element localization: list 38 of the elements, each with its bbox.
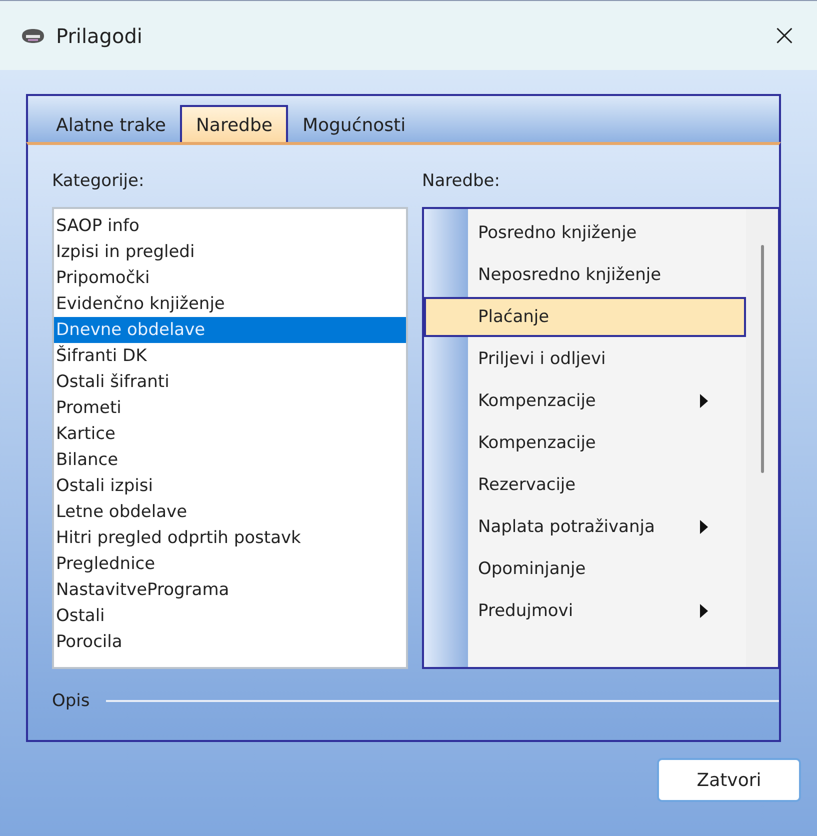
category-item[interactable]: Porocila	[54, 629, 406, 655]
category-item[interactable]: Ostali izpisi	[54, 473, 406, 499]
category-item[interactable]: Evidenčno knjiženje	[54, 291, 406, 317]
category-item[interactable]: Bilance	[54, 447, 406, 473]
app-icon	[20, 26, 46, 44]
close-button[interactable]: ×	[766, 18, 803, 53]
description-label: Opis	[52, 691, 90, 711]
category-item[interactable]: Preglednice	[54, 551, 406, 577]
category-item[interactable]: Letne obdelave	[54, 499, 406, 525]
command-item[interactable]: Kompenzacije	[424, 381, 746, 421]
tab[interactable]: Mogućnosti	[288, 107, 420, 142]
category-item[interactable]: Prometi	[54, 395, 406, 421]
category-item[interactable]: Šifranti DK	[54, 343, 406, 369]
category-item[interactable]: Dnevne obdelave	[54, 317, 406, 343]
category-item[interactable]: Izpisi in pregledi	[54, 239, 406, 265]
category-item[interactable]: Ostali šifranti	[54, 369, 406, 395]
command-item[interactable]: Posredno knjiženje	[424, 213, 746, 253]
command-item[interactable]: Neposredno knjiženje	[424, 255, 746, 295]
tab[interactable]: Alatne trake	[42, 107, 180, 142]
command-item[interactable]: Naplata potraživanja	[424, 507, 746, 547]
category-item[interactable]: Pripomočki	[54, 265, 406, 291]
tab[interactable]: Naredbe	[180, 105, 288, 142]
category-item[interactable]: Ostali	[54, 603, 406, 629]
categories-label: Kategorije:	[52, 171, 146, 193]
category-item[interactable]: Hitri pregled odprtih postavk	[54, 525, 406, 551]
category-item[interactable]: Kartice	[54, 421, 406, 447]
command-item[interactable]: Priljevi i odljevi	[424, 339, 746, 379]
command-item[interactable]: Kompenzacije	[424, 423, 746, 463]
command-item[interactable]: Predujmovi	[424, 591, 746, 631]
scrollbar-thumb[interactable]	[760, 245, 764, 473]
close-dialog-button[interactable]: Zatvori	[657, 758, 801, 802]
commands-label: Naredbe:	[422, 171, 501, 193]
command-item[interactable]: Opominjanje	[424, 549, 746, 589]
command-item[interactable]: Plaćanje	[424, 297, 746, 337]
category-item[interactable]: NastavitvePrograma	[54, 577, 406, 603]
category-item[interactable]: SAOP info	[54, 213, 406, 239]
command-item[interactable]: Rezervacije	[424, 465, 746, 505]
window-title: Prilagodi	[56, 24, 144, 48]
